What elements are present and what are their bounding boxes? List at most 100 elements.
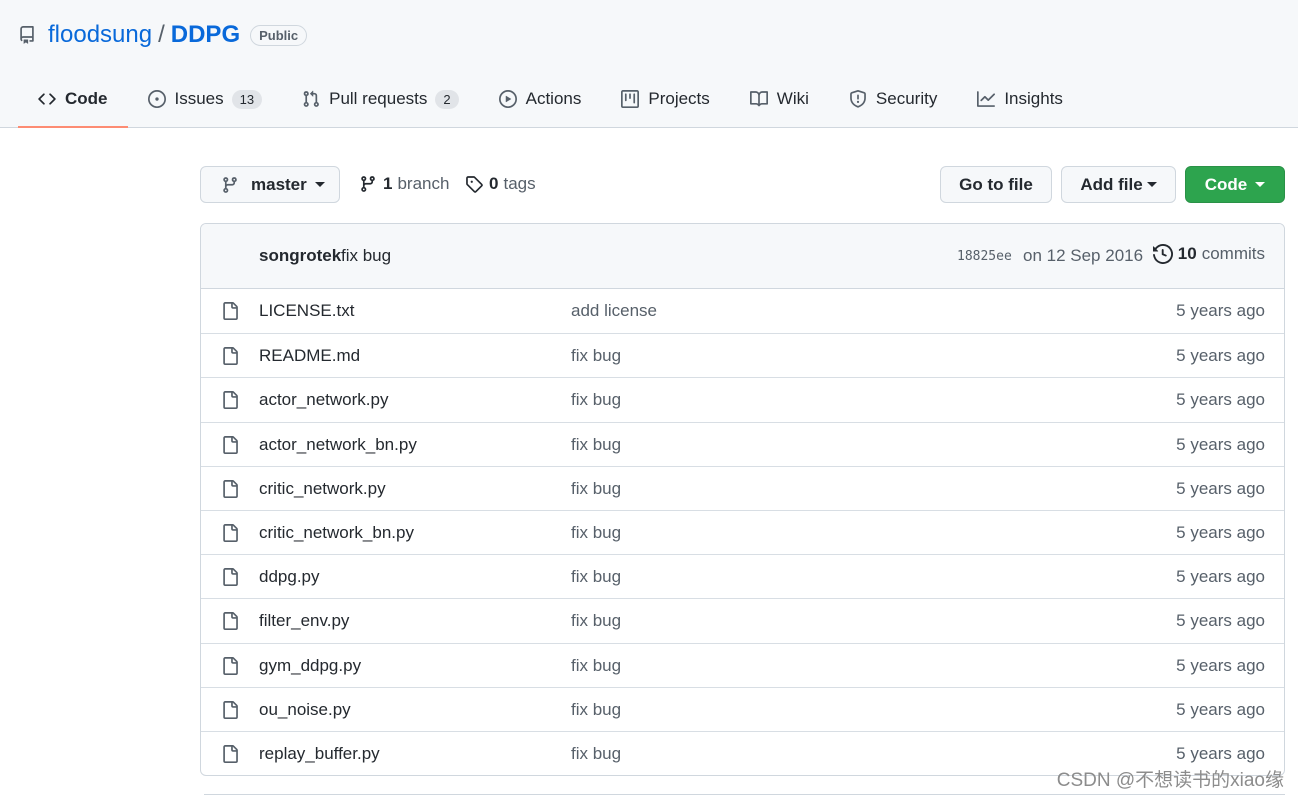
repo-icon — [18, 26, 36, 44]
file-name-link[interactable]: actor_network.py — [259, 390, 388, 410]
file-icon — [221, 346, 239, 366]
tab-label: Pull requests — [329, 89, 428, 108]
file-name-link[interactable]: critic_network.py — [259, 479, 386, 499]
file-commit-age: 5 years ago — [1176, 390, 1265, 410]
file-commit-message-link[interactable]: fix bug — [571, 656, 621, 676]
tab-projects[interactable]: Projects — [601, 72, 729, 126]
tab-label: Issues — [174, 89, 224, 108]
file-commit-message-link[interactable]: fix bug — [571, 611, 621, 631]
branches-count: 1 — [383, 174, 393, 193]
repo-tabs: Code Issues 13 Pull requests 2 Actions P… — [18, 72, 1083, 128]
file-commit-message-link[interactable]: fix bug — [571, 700, 621, 720]
file-row[interactable]: actor_network_bn.py fix bug 5 years ago — [201, 421, 1284, 466]
file-row[interactable]: filter_env.py fix bug 5 years ago — [201, 598, 1284, 642]
tab-label: Wiki — [776, 89, 809, 108]
file-icon — [221, 567, 239, 587]
file-commit-message-link[interactable]: fix bug — [571, 435, 621, 455]
tag-icon — [465, 175, 483, 193]
branch-name: master — [251, 174, 307, 194]
file-name-link[interactable]: critic_network_bn.py — [259, 523, 414, 543]
tab-label: Security — [875, 89, 938, 108]
pull-requests-count-badge: 2 — [435, 89, 459, 109]
visibility-badge: Public — [250, 24, 308, 46]
file-row[interactable]: ou_noise.py fix bug 5 years ago — [201, 686, 1284, 731]
file-icon — [221, 700, 239, 720]
history-icon — [1152, 244, 1173, 264]
file-commit-message-link[interactable]: fix bug — [571, 390, 621, 410]
file-name-link[interactable]: gym_ddpg.py — [259, 656, 361, 676]
file-commit-age: 5 years ago — [1176, 346, 1265, 366]
file-name-link[interactable]: replay_buffer.py — [259, 744, 380, 764]
chevron-down-icon — [1255, 182, 1266, 187]
project-icon — [621, 90, 640, 108]
repo-name-link[interactable]: DDPG — [171, 21, 240, 49]
file-commit-age: 5 years ago — [1176, 478, 1265, 498]
file-name-link[interactable]: filter_env.py — [259, 611, 349, 631]
book-icon — [749, 90, 768, 108]
tab-issues[interactable]: Issues 13 — [128, 72, 283, 126]
file-name-link[interactable]: README.md — [259, 346, 360, 366]
file-row[interactable]: ddpg.py fix bug 5 years ago — [201, 554, 1284, 598]
file-commit-message-link[interactable]: fix bug — [571, 523, 621, 543]
chevron-down-icon — [314, 182, 325, 187]
commits-history-link[interactable]: 10 commits — [1152, 244, 1265, 264]
file-commit-age: 5 years ago — [1176, 301, 1265, 320]
pull-request-icon — [302, 90, 320, 108]
tab-label: Code — [65, 89, 108, 108]
tab-wiki[interactable]: Wiki — [730, 72, 829, 126]
file-name-link[interactable]: ou_noise.py — [259, 700, 351, 720]
branch-icon — [221, 176, 239, 194]
file-commit-age: 5 years ago — [1176, 611, 1265, 631]
file-list: LICENSE.txt add license 5 years ago README.… — [201, 289, 1284, 775]
commit-message-link[interactable]: fix bug — [341, 246, 391, 266]
code-icon — [38, 90, 56, 108]
repo-header: floodsung / DDPG Public Code Issues 13 P… — [0, 0, 1298, 128]
file-name-link[interactable]: LICENSE.txt — [259, 301, 354, 321]
file-row[interactable]: README.md fix bug 5 years ago — [201, 333, 1284, 377]
file-commit-age: 5 years ago — [1176, 522, 1265, 542]
file-icon — [221, 435, 239, 455]
commits-label: commits — [1201, 244, 1265, 263]
tab-actions[interactable]: Actions — [479, 72, 602, 126]
file-name-link[interactable]: actor_network_bn.py — [259, 435, 417, 455]
file-commit-message-link[interactable]: fix bug — [571, 479, 621, 499]
graph-icon — [977, 90, 996, 108]
tab-security[interactable]: Security — [829, 72, 957, 126]
tab-insights[interactable]: Insights — [957, 72, 1083, 126]
file-icon — [221, 479, 239, 499]
file-row[interactable]: critic_network_bn.py fix bug 5 years ago — [201, 509, 1284, 554]
file-icon — [221, 301, 239, 321]
branch-select-button[interactable]: master — [200, 166, 340, 203]
repo-owner-link[interactable]: floodsung — [48, 21, 152, 49]
watermark: CSDN @不想读书的xiao缘 — [1056, 770, 1284, 791]
file-commit-message-link[interactable]: fix bug — [571, 567, 621, 587]
file-name-link[interactable]: ddpg.py — [259, 567, 320, 587]
tab-label: Actions — [525, 89, 582, 108]
commit-author-link[interactable]: songrotek — [259, 246, 341, 266]
file-row[interactable]: actor_network.py fix bug 5 years ago — [201, 377, 1284, 421]
go-to-file-button[interactable]: Go to file — [940, 166, 1052, 203]
branches-link[interactable]: 1 branch — [359, 172, 449, 196]
tab-code[interactable]: Code — [18, 72, 128, 128]
file-row[interactable]: gym_ddpg.py fix bug 5 years ago — [201, 642, 1284, 687]
file-commit-age: 5 years ago — [1176, 434, 1265, 454]
file-commit-message-link[interactable]: add license — [571, 301, 657, 321]
file-icon — [221, 523, 239, 543]
file-row[interactable]: LICENSE.txt add license 5 years ago — [201, 289, 1284, 333]
tags-link[interactable]: 0 tags — [465, 172, 536, 196]
file-browser: songrotek fix bug 18825ee on 12 Sep 2016… — [200, 223, 1285, 776]
file-icon — [221, 656, 239, 676]
tab-pull-requests[interactable]: Pull requests 2 — [282, 72, 479, 126]
commits-count: 10 — [1177, 244, 1197, 263]
add-file-button[interactable]: Add file — [1061, 166, 1176, 203]
file-commit-message-link[interactable]: fix bug — [571, 744, 621, 764]
commit-sha-link[interactable]: 18825ee — [957, 249, 1012, 264]
file-row[interactable]: critic_network.py fix bug 5 years ago — [201, 465, 1284, 510]
code-dropdown-button[interactable]: Code — [1185, 166, 1285, 203]
chevron-down-icon — [1146, 182, 1157, 187]
tags-label: tags — [503, 174, 536, 193]
add-file-label: Add file — [1080, 174, 1143, 194]
issue-icon — [147, 90, 166, 108]
file-commit-message-link[interactable]: fix bug — [571, 346, 621, 366]
tab-label: Projects — [648, 89, 710, 108]
